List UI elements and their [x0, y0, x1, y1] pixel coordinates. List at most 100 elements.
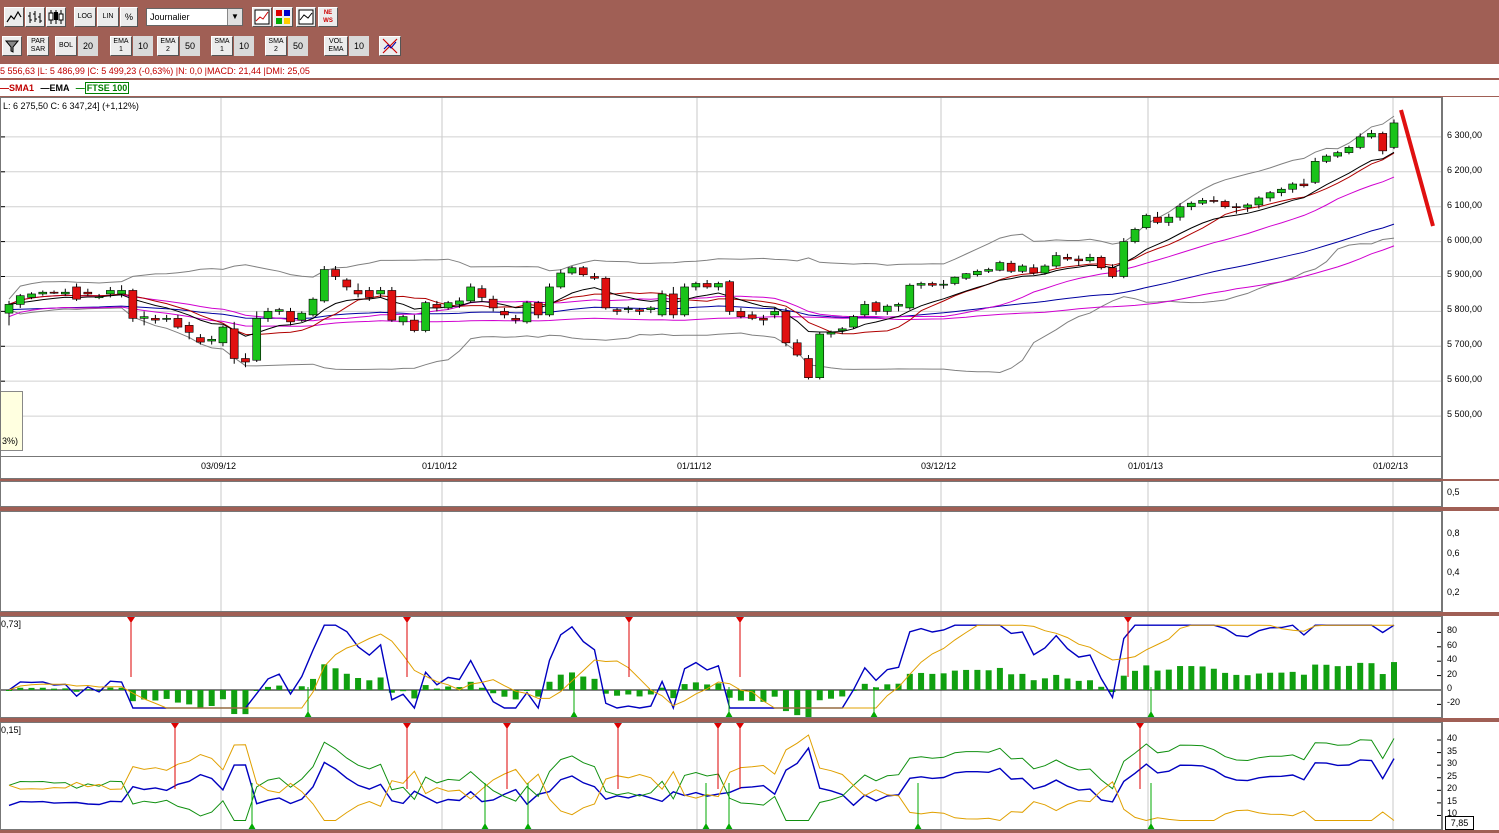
- sma1-period[interactable]: 10: [234, 36, 254, 56]
- macd-histogram-bar: [467, 681, 474, 690]
- sma2-period[interactable]: 50: [288, 36, 308, 56]
- bar-chart-icon[interactable]: [25, 7, 45, 27]
- macd-histogram-bar: [264, 686, 271, 690]
- ema2-period[interactable]: 50: [180, 36, 200, 56]
- price-tick-label: 6 000,00: [1447, 234, 1483, 245]
- news-button[interactable]: NE WS: [318, 7, 338, 27]
- macd-histogram-bar: [929, 673, 936, 690]
- price-chart-svg: [1, 98, 1441, 456]
- candle-body: [1153, 216, 1162, 223]
- macd-histogram-bar: [478, 687, 485, 690]
- log-scale-button[interactable]: LOG: [74, 7, 96, 27]
- candle-body: [1029, 267, 1038, 274]
- macd-histogram-bar: [400, 690, 407, 692]
- period-select[interactable]: Journalier ▼: [146, 8, 243, 26]
- info-line: 5 556,63 |L: 5 486,99 |C: 5 499,23 (-0,6…: [0, 66, 310, 76]
- volume-ema-period[interactable]: 10: [349, 36, 369, 56]
- macd-histogram-bar: [1255, 673, 1262, 690]
- dmi-tick-label: 10: [1447, 808, 1458, 819]
- candle-body: [1187, 202, 1196, 207]
- price-tick-label: 6 200,00: [1447, 164, 1483, 175]
- sell-signal-marker: [625, 617, 633, 623]
- candle-body: [714, 283, 723, 288]
- candle-body: [804, 358, 813, 378]
- macd-histogram-bar: [1132, 670, 1139, 690]
- chart-settings-icon[interactable]: [252, 7, 272, 27]
- compare-chart-icon[interactable]: [296, 7, 316, 27]
- candle-body: [241, 358, 250, 363]
- candle-body: [1141, 215, 1151, 228]
- crosshair-tool-icon[interactable]: [379, 36, 401, 56]
- macd-tick-label: 40: [1447, 654, 1458, 665]
- dmi-tick-label: 30: [1447, 758, 1458, 769]
- sma1-button[interactable]: SMA 1: [211, 36, 233, 56]
- candle-body: [871, 302, 881, 312]
- macd-histogram-bar: [231, 690, 238, 715]
- legend-sma1: SMA1: [9, 83, 35, 93]
- bollinger-upper-line: [8, 115, 1395, 300]
- indicator-panel-2-svg: [220, 512, 1394, 611]
- price-tick-label: 6 100,00: [1447, 199, 1483, 210]
- macd-histogram-bar: [321, 664, 328, 690]
- filter-icon[interactable]: [2, 36, 22, 56]
- ema2-button[interactable]: EMA 2: [157, 36, 179, 56]
- candle-body: [826, 332, 836, 335]
- macd-histogram-bar: [1008, 674, 1015, 690]
- ema1-period[interactable]: 10: [133, 36, 153, 56]
- indicator-panel-2[interactable]: [0, 511, 1442, 612]
- macd-histogram-bar: [377, 677, 384, 690]
- panel1-tick-label: 0,5: [1447, 487, 1460, 497]
- sma2-button[interactable]: SMA 2: [265, 36, 287, 56]
- candle-body: [612, 309, 622, 312]
- candle-body: [229, 328, 239, 359]
- macd-histogram-bar: [546, 681, 553, 690]
- candlestick-icon[interactable]: [46, 7, 66, 27]
- candle-body: [1367, 133, 1376, 138]
- lin-scale-button[interactable]: LIN: [97, 7, 119, 27]
- macd-histogram-bar: [681, 684, 688, 690]
- parsar-button[interactable]: PAR SAR: [27, 36, 49, 56]
- macd-histogram-bar: [1109, 690, 1116, 693]
- macd-histogram-bar: [1289, 671, 1296, 690]
- candle-body: [770, 311, 779, 316]
- candle-body: [128, 290, 138, 319]
- candle-body: [4, 304, 14, 314]
- macd-histogram-bar: [771, 690, 778, 697]
- percent-scale-button[interactable]: %: [120, 7, 138, 27]
- colors-icon[interactable]: [273, 7, 293, 27]
- ema1-button[interactable]: EMA 1: [110, 36, 132, 56]
- candle-body: [139, 316, 149, 319]
- candle-body: [1310, 161, 1320, 183]
- line-chart-icon[interactable]: [4, 7, 24, 27]
- candle-body: [308, 298, 318, 316]
- macd-panel[interactable]: 0,73]: [0, 616, 1442, 718]
- macd-histogram-bar: [963, 669, 970, 690]
- sell-signal-marker: [403, 617, 411, 623]
- price-info-bar: 5 556,63 |L: 5 486,99 |C: 5 499,23 (-0,6…: [0, 64, 1499, 78]
- indicator-panel-1[interactable]: [0, 481, 1442, 507]
- date-axis: 03/09/12 01/10/12 01/11/12 03/12/12 01/01/13…: [0, 457, 1442, 479]
- price-tick-label: 5 700,00: [1447, 339, 1483, 350]
- volume-ema-button[interactable]: VOL EMA: [324, 36, 348, 56]
- bollinger-lower-line: [8, 237, 1395, 374]
- candle-body: [117, 290, 126, 295]
- dmi-sell-marker: [736, 723, 744, 729]
- macd-histogram-bar: [580, 676, 587, 690]
- candle-body: [635, 309, 644, 312]
- candle-body: [1265, 192, 1275, 199]
- macd-histogram-bar: [1177, 666, 1184, 690]
- macd-histogram-bar: [974, 669, 981, 690]
- price-chart-panel[interactable]: L: 6 275,50 C: 6 347,24] (+1,12%) 3%): [0, 97, 1442, 457]
- candle-body: [49, 291, 59, 294]
- bollinger-button[interactable]: BOL: [55, 36, 77, 56]
- dmi-panel[interactable]: 0,15]: [0, 722, 1442, 830]
- macd-histogram-bar: [614, 690, 621, 696]
- candle-body: [410, 319, 419, 331]
- bollinger-period[interactable]: 20: [78, 36, 98, 56]
- macd-histogram-bar: [715, 683, 722, 690]
- candle-body: [1378, 133, 1388, 152]
- candle-body: [72, 286, 81, 300]
- candle-body: [837, 328, 847, 331]
- candle-body: [815, 333, 825, 378]
- candle-body: [38, 291, 48, 295]
